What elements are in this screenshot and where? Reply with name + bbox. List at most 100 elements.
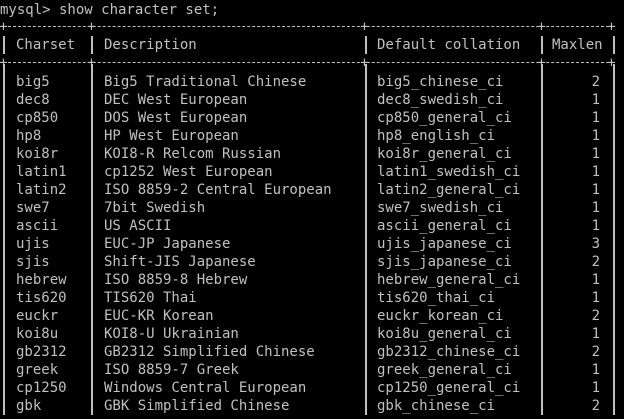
column-separator xyxy=(541,397,543,415)
charset-cell: euckr xyxy=(16,308,59,324)
column-header-description: Description xyxy=(104,37,197,53)
column-separator xyxy=(365,199,367,217)
column-separator xyxy=(365,379,367,397)
column-separator xyxy=(613,343,615,361)
column-separator xyxy=(365,307,367,325)
maxlen-cell: 1 xyxy=(591,326,600,342)
column-separator xyxy=(91,271,93,289)
collation-cell: cp1250_general_ci xyxy=(377,380,521,396)
charset-cell: koi8r xyxy=(16,146,59,162)
charset-cell: koi8u xyxy=(16,326,59,342)
collation-cell: hebrew_general_ci xyxy=(377,272,521,288)
column-separator xyxy=(365,145,367,163)
table-row: sjis Shift-JIS Japanese sjis_japanese_ci 2 xyxy=(0,253,624,271)
collation-cell: koi8r_general_ci xyxy=(377,146,512,162)
maxlen-cell: 1 xyxy=(591,164,600,180)
charset-cell: gb2312 xyxy=(16,344,67,360)
column-separator xyxy=(3,343,5,361)
collation-cell: big5_chinese_ci xyxy=(377,74,504,90)
charset-cell: gbk xyxy=(16,398,42,414)
maxlen-cell: 2 xyxy=(591,254,600,270)
column-separator xyxy=(91,163,93,181)
command-prompt: mysql> show character set; xyxy=(0,2,220,18)
maxlen-cell: 2 xyxy=(591,308,600,324)
column-separator xyxy=(91,181,93,199)
column-separator xyxy=(365,397,367,415)
collation-cell: koi8u_general_ci xyxy=(377,326,512,342)
column-separator xyxy=(91,289,93,307)
column-separator xyxy=(541,325,543,343)
column-separator xyxy=(613,145,615,163)
column-separator xyxy=(91,91,93,109)
column-separator xyxy=(3,109,5,127)
charset-cell: big5 xyxy=(16,74,50,90)
column-separator xyxy=(613,127,615,145)
charset-cell: cp1250 xyxy=(16,380,67,396)
column-separator xyxy=(613,289,615,307)
column-separator xyxy=(3,199,5,217)
column-separator xyxy=(365,217,367,235)
collation-cell: dec8_swedish_ci xyxy=(377,92,504,108)
column-separator xyxy=(3,361,5,379)
terminal-window[interactable]: mysql> show character set; + + + + + Cha… xyxy=(0,0,624,419)
maxlen-cell: 1 xyxy=(591,290,600,306)
table-row: swe7 7bit Swedish swe7_swedish_ci 1 xyxy=(0,199,624,217)
column-separator xyxy=(613,217,615,235)
collation-cell: gb2312_chinese_ci xyxy=(377,344,521,360)
maxlen-cell: 1 xyxy=(591,182,600,198)
table-row: greek ISO 8859-7 Greek greek_general_ci 1 xyxy=(0,361,624,379)
maxlen-cell: 1 xyxy=(591,92,600,108)
column-separator xyxy=(613,36,615,54)
column-separator xyxy=(365,73,367,91)
charset-cell: hebrew xyxy=(16,272,67,288)
description-cell: EUC-JP Japanese xyxy=(104,236,231,252)
maxlen-cell: 2 xyxy=(591,398,600,414)
column-separator xyxy=(613,307,615,325)
column-separator xyxy=(541,289,543,307)
column-separator xyxy=(3,397,5,415)
column-separator xyxy=(3,253,5,271)
collation-cell: cp850_general_ci xyxy=(377,110,512,126)
description-cell: DOS West European xyxy=(104,110,248,126)
column-separator xyxy=(613,91,615,109)
maxlen-cell: 1 xyxy=(591,146,600,162)
column-separator xyxy=(91,235,93,253)
description-cell: GB2312 Simplified Chinese xyxy=(104,344,315,360)
column-separator xyxy=(91,199,93,217)
column-separator xyxy=(365,343,367,361)
column-separator xyxy=(613,361,615,379)
collation-cell: latin1_swedish_ci xyxy=(377,164,521,180)
column-separator xyxy=(3,235,5,253)
description-cell: ISO 8859-2 Central European xyxy=(104,182,332,198)
column-separator xyxy=(3,379,5,397)
description-cell: TIS620 Thai xyxy=(104,290,197,306)
column-separator xyxy=(541,91,543,109)
column-separator xyxy=(91,307,93,325)
column-separator xyxy=(3,307,5,325)
column-separator xyxy=(3,73,5,91)
collation-cell: tis620_thai_ci xyxy=(377,290,496,306)
collation-cell: greek_general_ci xyxy=(377,362,512,378)
table-row: cp1250 Windows Central European cp1250_gen… xyxy=(0,379,624,397)
table-top-border: + + + + + xyxy=(0,19,616,35)
charset-cell: tis620 xyxy=(16,290,67,306)
column-separator xyxy=(91,36,93,54)
description-cell: ISO 8859-8 Hebrew xyxy=(104,272,248,288)
maxlen-cell: 1 xyxy=(591,272,600,288)
column-separator xyxy=(365,181,367,199)
description-cell: 7bit Swedish xyxy=(104,200,206,216)
column-separator xyxy=(365,271,367,289)
charset-cell: ujis xyxy=(16,236,50,252)
description-cell: HP West European xyxy=(104,128,239,144)
column-separator xyxy=(613,181,615,199)
column-separator xyxy=(3,325,5,343)
column-separator xyxy=(91,379,93,397)
column-separator xyxy=(613,379,615,397)
description-cell: cp1252 West European xyxy=(104,164,273,180)
column-separator xyxy=(541,145,543,163)
table-row: euckr EUC-KR Korean euckr_korean_ci 2 xyxy=(0,307,624,325)
table-row: dec8 DEC West European dec8_swedish_ci 1 xyxy=(0,91,624,109)
column-separator xyxy=(365,91,367,109)
column-separator xyxy=(541,235,543,253)
column-separator xyxy=(613,73,615,91)
